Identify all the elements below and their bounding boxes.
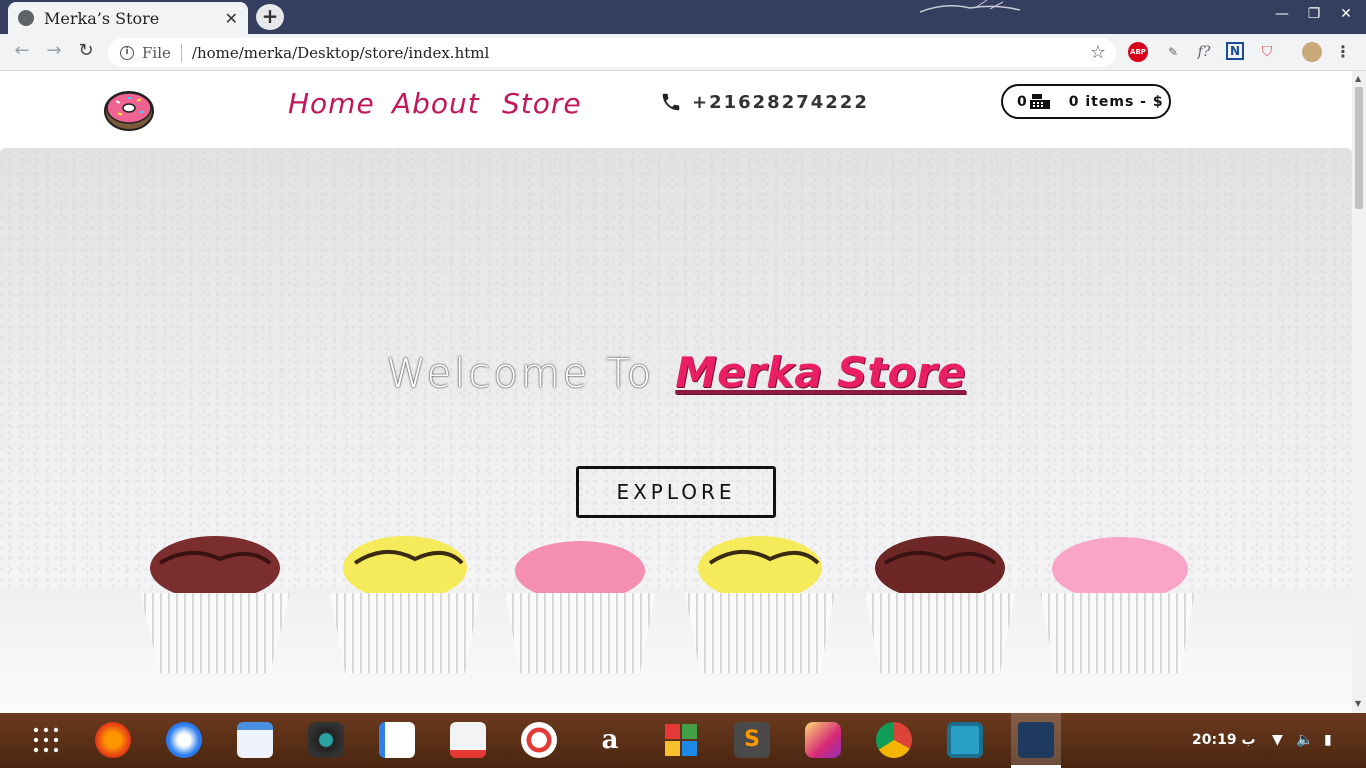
- wifi-icon[interactable]: ▼: [1272, 732, 1283, 748]
- forward-button[interactable]: →: [42, 40, 66, 61]
- cupcakes-image: [140, 536, 1195, 673]
- apps-grid-icon[interactable]: [28, 722, 64, 758]
- sublime-text-icon[interactable]: S: [734, 722, 770, 758]
- help-lifebuoy-icon[interactable]: [521, 722, 557, 758]
- back-button[interactable]: ←: [10, 40, 34, 61]
- page-viewport: Home About Store +21628274222 0 0 items …: [0, 71, 1352, 713]
- clock[interactable]: 20:19 ب: [1192, 732, 1256, 748]
- phone-number: +21628274222: [692, 91, 869, 113]
- cart-summary: 0 items - $: [1068, 93, 1164, 110]
- tiles-icon[interactable]: [663, 722, 699, 758]
- address-bar[interactable]: i File /home/merka/Desktop/store/index.h…: [108, 38, 1116, 67]
- bookmark-star-icon[interactable]: ☆: [1090, 42, 1106, 63]
- cash-register-icon: [1029, 93, 1050, 109]
- volume-icon[interactable]: 🔈: [1296, 732, 1313, 748]
- adblock-icon[interactable]: ABP: [1128, 42, 1148, 62]
- nav-about-link[interactable]: About: [392, 87, 480, 120]
- phone-contact: +21628274222: [660, 91, 869, 113]
- amazon-icon[interactable]: a: [592, 722, 628, 758]
- donut-logo-icon[interactable]: [104, 89, 154, 131]
- os-taskbar: a S 20:19 ب ▼ 🔈 ▮: [0, 713, 1366, 768]
- reload-button[interactable]: ↻: [74, 40, 98, 61]
- maximize-button[interactable]: ❐: [1299, 6, 1329, 22]
- explore-button[interactable]: EXPLORE: [576, 466, 776, 518]
- hero-banner: Welcome To Merka Store EXPLORE: [0, 148, 1352, 713]
- media-player-icon[interactable]: [308, 722, 344, 758]
- bird-sketch-icon: [919, 0, 1021, 13]
- docs-icon[interactable]: [379, 722, 415, 758]
- cart-button[interactable]: 0 0 items - $: [1001, 84, 1171, 119]
- n-extension-icon[interactable]: N: [1226, 42, 1244, 60]
- scroll-thumb[interactable]: [1355, 87, 1363, 209]
- remote-desktop-icon[interactable]: [947, 722, 983, 758]
- brand-name: Merka Store: [675, 348, 966, 397]
- scheme-label: File: [142, 43, 182, 62]
- scroll-up-icon[interactable]: ▲: [1355, 74, 1361, 83]
- close-window-button[interactable]: ✕: [1331, 6, 1361, 22]
- page-scrollbar[interactable]: ▲ ▼: [1352, 71, 1366, 713]
- scroll-down-icon[interactable]: ▼: [1355, 699, 1361, 708]
- welcome-text: Welcome To: [386, 351, 655, 397]
- chrome-icon[interactable]: [876, 722, 912, 758]
- tab-close-icon[interactable]: ✕: [225, 9, 238, 28]
- new-tab-button[interactable]: +: [256, 4, 284, 30]
- url-text[interactable]: /home/merka/Desktop/store/index.html: [192, 44, 1090, 62]
- cart-count: 0: [1017, 93, 1027, 110]
- tab-strip: Merka’s Store ✕ + — ❐ ✕: [0, 0, 1366, 34]
- nav-store-link[interactable]: Store: [502, 87, 582, 120]
- hero-headline: Welcome To Merka Store: [0, 348, 1352, 397]
- font-extension-icon[interactable]: f?: [1194, 42, 1214, 62]
- site-header: Home About Store +21628274222 0 0 items …: [0, 71, 1352, 148]
- browser-toolbar: ← → ↻ i File /home/merka/Desktop/store/i…: [0, 34, 1366, 71]
- pen-extension-icon[interactable]: ✎: [1163, 42, 1183, 62]
- thunderbird-icon[interactable]: [166, 722, 202, 758]
- browser-menu-icon[interactable]: ⋮: [1333, 42, 1353, 62]
- firefox-icon[interactable]: [95, 722, 131, 758]
- camera-app-icon[interactable]: [805, 722, 841, 758]
- store-bag-icon[interactable]: [450, 722, 486, 758]
- globe-icon: [18, 10, 34, 26]
- nav-home-link[interactable]: Home: [288, 87, 375, 120]
- battery-icon[interactable]: ▮: [1324, 732, 1332, 748]
- phone-icon: [662, 93, 680, 111]
- browser-tab[interactable]: Merka’s Store ✕: [8, 2, 248, 34]
- vscode-icon[interactable]: [1018, 722, 1054, 758]
- minimize-button[interactable]: —: [1267, 6, 1297, 22]
- files-icon[interactable]: [237, 722, 273, 758]
- shield-extension-icon[interactable]: ⛉: [1257, 42, 1277, 62]
- site-info-icon[interactable]: i: [120, 45, 134, 60]
- tab-title: Merka’s Store: [44, 8, 160, 28]
- profile-avatar[interactable]: [1302, 42, 1322, 62]
